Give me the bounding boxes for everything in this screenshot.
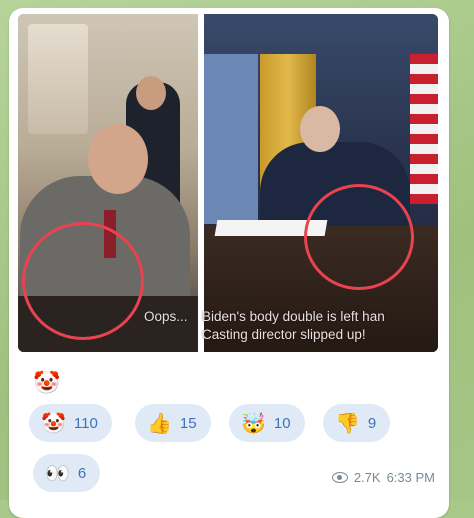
reaction-count: 10: [273, 414, 291, 432]
clown-icon: 🤡: [41, 412, 66, 435]
message-emoji: 🤡: [33, 370, 61, 395]
caption-line-2: Biden's body double is left han: [202, 309, 385, 324]
thumbs-down-icon: 👎: [335, 412, 360, 435]
reaction-count: 9: [367, 414, 377, 432]
caption-line-3: Casting director slipped up!: [202, 327, 366, 342]
reaction-count: 15: [179, 414, 197, 432]
eyes-icon: 👀: [45, 462, 70, 485]
reaction-thumbs-down[interactable]: 👎 9: [323, 404, 391, 442]
highlight-circle-right: [304, 184, 414, 290]
view-count: 2.7K: [353, 470, 381, 485]
reaction-count: 6: [77, 464, 87, 482]
reaction-clown[interactable]: 🤡 110: [29, 404, 112, 442]
caption-line-1: Oops...: [144, 309, 188, 324]
highlight-circle-left: [22, 222, 144, 340]
reaction-exploding-head[interactable]: 🤯 10: [229, 404, 305, 442]
exploding-head-icon: 🤯: [241, 412, 266, 435]
message-meta: 2.7K 6:33 PM: [331, 470, 435, 485]
reaction-eyes[interactable]: 👀 6: [33, 454, 101, 492]
message-time: 6:33 PM: [386, 470, 435, 485]
message-photo[interactable]: Oops... Biden's body double is left han …: [18, 14, 438, 352]
thumbs-up-icon: 👍: [147, 412, 172, 435]
reaction-thumbs-up[interactable]: 👍 15: [135, 404, 211, 442]
photo-panel-right: [204, 14, 438, 352]
reaction-count: 110: [73, 414, 98, 432]
eye-icon: [331, 472, 348, 483]
message-bubble[interactable]: Oops... Biden's body double is left han …: [9, 8, 449, 518]
